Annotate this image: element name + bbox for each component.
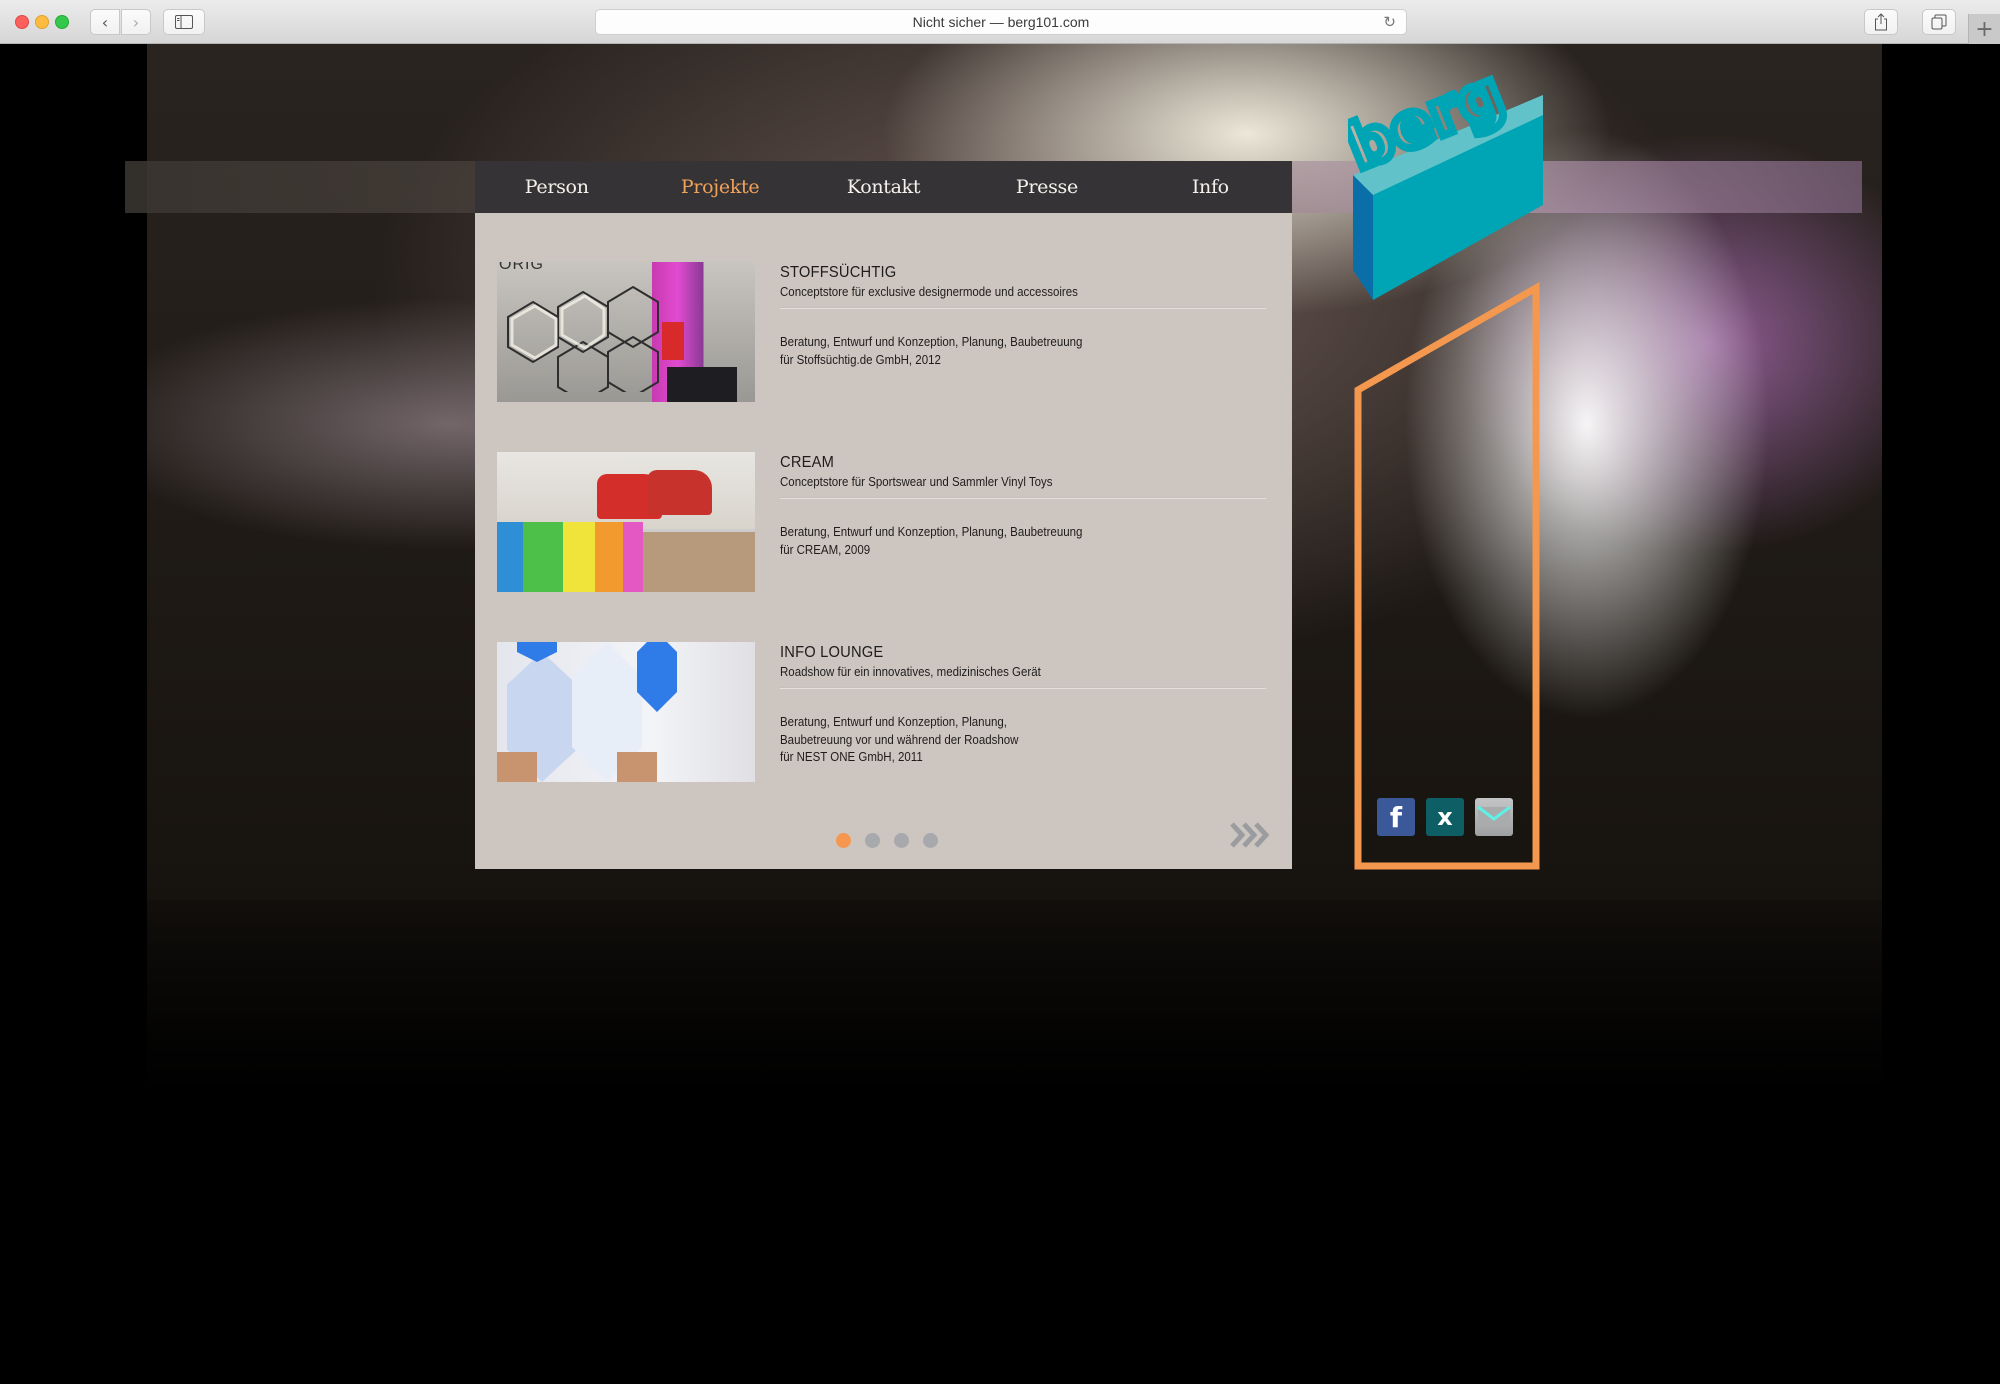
share-icon — [1875, 13, 1887, 31]
project-description: Beratung, Entwurf und Konzeption, Planun… — [780, 524, 1227, 559]
project-item[interactable]: ORIG STOFFSÜCHTIG Conceptstore für exclu… — [497, 262, 1277, 402]
xing-link[interactable]: x — [1426, 798, 1464, 836]
project-title[interactable]: INFO LOUNGE — [780, 644, 1227, 662]
berg-logo[interactable]: berg — [1348, 75, 1548, 310]
wood-base — [497, 752, 537, 782]
clothing-rack-graphic — [667, 367, 737, 402]
description-line: Beratung, Entwurf und Konzeption, Planun… — [780, 715, 1007, 729]
xing-icon: x — [1437, 803, 1453, 831]
new-tab-button[interactable]: + — [1968, 14, 2000, 44]
url-text: Nicht sicher — berg101.com — [912, 14, 1090, 30]
description-line: Beratung, Entwurf und Konzeption, Planun… — [780, 525, 1083, 539]
back-button[interactable]: ‹ — [90, 9, 120, 35]
project-subtitle: Conceptstore für Sportswear und Sammler … — [780, 475, 1053, 489]
page-dot-4[interactable] — [923, 833, 938, 848]
page-dot-3[interactable] — [894, 833, 909, 848]
color-block — [623, 522, 643, 592]
description-line: für CREAM, 2009 — [780, 542, 871, 557]
project-thumbnail[interactable] — [497, 452, 755, 592]
color-block — [523, 522, 563, 592]
browser-toolbar: ‹ › Nicht sicher — berg101.com ↻ + — [0, 0, 2000, 44]
window-minimize-button[interactable] — [35, 15, 49, 29]
facebook-link[interactable]: f — [1377, 798, 1415, 836]
chevron-left-icon: ‹ — [101, 12, 109, 32]
divider — [780, 307, 1266, 309]
color-block — [497, 522, 523, 592]
description-line: Beratung, Entwurf und Konzeption, Planun… — [780, 335, 1083, 349]
next-page-button[interactable] — [1229, 821, 1273, 851]
project-subtitle: Conceptstore für exclusive designermode … — [780, 285, 1078, 299]
window-close-button[interactable] — [15, 15, 29, 29]
tabs-overview-icon — [1931, 14, 1947, 30]
wood-base — [617, 752, 657, 782]
color-block — [595, 522, 623, 592]
project-text: STOFFSÜCHTIG Conceptstore für exclusive … — [780, 262, 1266, 369]
page-dot-1[interactable] — [836, 833, 851, 848]
project-title[interactable]: STOFFSÜCHTIG — [780, 264, 1227, 282]
description-line: für Stoffsüchtig.de GmbH, 2012 — [780, 352, 941, 367]
main-nav: Person Projekte Kontakt Presse Info — [475, 161, 1292, 213]
tab-overview-button[interactable] — [1922, 9, 1956, 35]
email-link[interactable] — [1475, 798, 1513, 836]
decorative-orange-frame — [1354, 281, 1540, 870]
background-floor-shadow — [147, 900, 1882, 1384]
plus-icon: + — [1975, 16, 1994, 42]
chevron-right-icon: › — [132, 12, 140, 32]
cork-block — [643, 532, 755, 592]
pagination-dots — [836, 833, 938, 848]
project-title[interactable]: CREAM — [780, 454, 1227, 472]
page-dot-2[interactable] — [865, 833, 880, 848]
description-line: Baubetreuung vor und während der Roadsho… — [780, 732, 1019, 747]
page-margin-right — [1882, 44, 2000, 1384]
thumbnail-caption: ORIG — [499, 262, 544, 273]
project-description: Beratung, Entwurf und Konzeption, Planun… — [780, 714, 1227, 767]
red-shirt-graphic — [662, 322, 684, 360]
sidebar-icon — [175, 15, 193, 29]
project-text: CREAM Conceptstore für Sportswear und Sa… — [780, 452, 1266, 559]
divider — [780, 687, 1266, 689]
page-margin-left — [0, 44, 147, 1384]
project-thumbnail[interactable]: ORIG — [497, 262, 755, 402]
nav-item-info[interactable]: Info — [1129, 161, 1292, 213]
reload-icon[interactable]: ↻ — [1383, 13, 1396, 31]
nav-item-person[interactable]: Person — [475, 161, 638, 213]
project-thumbnail[interactable] — [497, 642, 755, 782]
address-bar[interactable]: Nicht sicher — berg101.com ↻ — [595, 9, 1407, 35]
sneaker-graphic — [647, 470, 712, 515]
nav-item-projekte[interactable]: Projekte — [638, 161, 801, 213]
project-item[interactable]: CREAM Conceptstore für Sportswear und Sa… — [497, 452, 1277, 592]
nav-item-presse[interactable]: Presse — [965, 161, 1128, 213]
color-block — [563, 522, 595, 592]
triple-chevron-right-icon — [1230, 822, 1270, 848]
forward-button[interactable]: › — [121, 9, 151, 35]
project-subtitle: Roadshow für ein innovatives, medizinisc… — [780, 665, 1041, 679]
share-button[interactable] — [1864, 9, 1898, 35]
projects-panel: ORIG STOFFSÜCHTIG Conceptstore für exclu… — [475, 213, 1292, 869]
project-description: Beratung, Entwurf und Konzeption, Planun… — [780, 334, 1227, 369]
hexagon-panel — [517, 642, 557, 662]
window-maximize-button[interactable] — [55, 15, 69, 29]
envelope-icon — [1477, 805, 1511, 827]
project-item[interactable]: INFO LOUNGE Roadshow für ein innovatives… — [497, 642, 1277, 782]
sidebar-toggle-button[interactable] — [163, 9, 205, 35]
divider — [780, 497, 1266, 499]
project-text: INFO LOUNGE Roadshow für ein innovatives… — [780, 642, 1266, 767]
description-line: für NEST ONE GmbH, 2011 — [780, 750, 923, 764]
hexagon-panel — [637, 642, 677, 712]
facebook-icon: f — [1389, 800, 1403, 834]
nav-item-kontakt[interactable]: Kontakt — [802, 161, 965, 213]
